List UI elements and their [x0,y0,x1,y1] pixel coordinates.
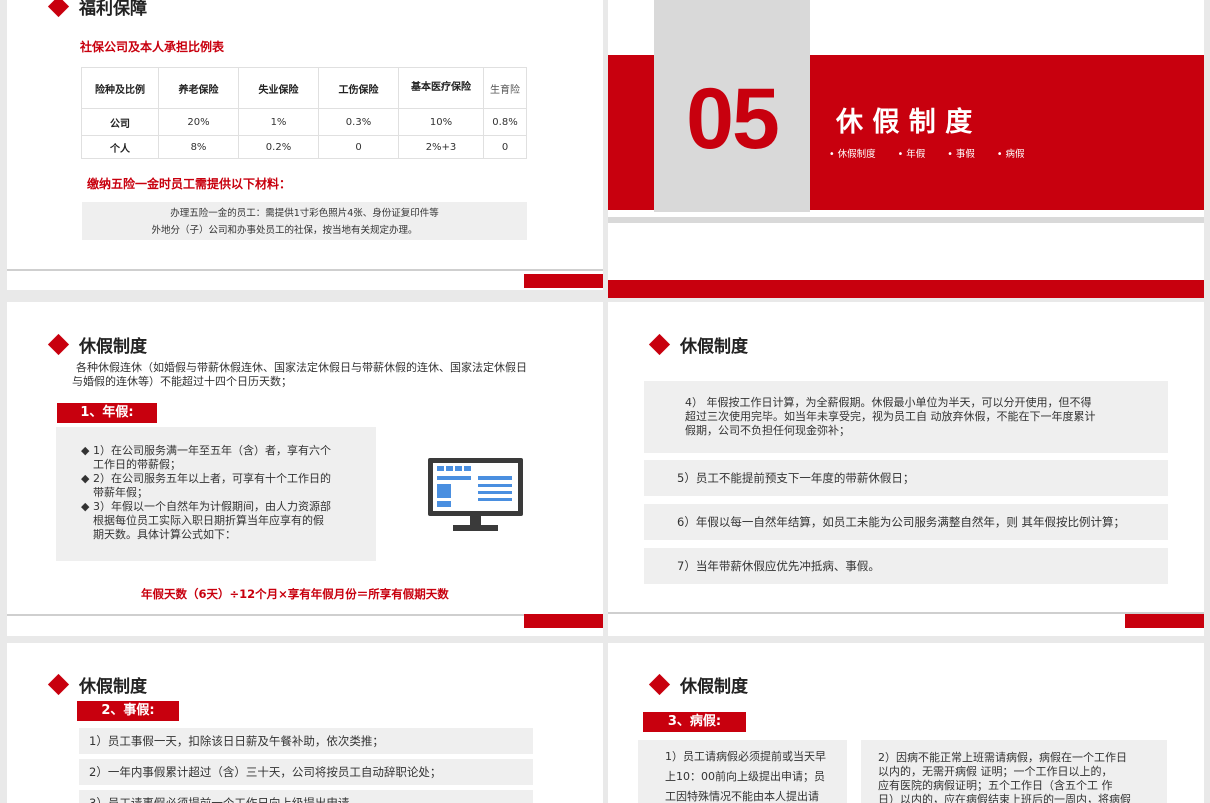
materials-line: 办理五险一金的员工：需提供1寸彩色照片4张、身份证复印件等 [170,208,439,219]
slide-annual-leave-continued: 休假制度 4） 年假按工作日计算，为全薪假期。休假最小单位为半天，可以分开使用，… [608,302,1204,636]
table-cell: 0.2% [238,135,319,159]
slide-title: 休假制度 [680,337,748,357]
slide-header: 休假制度 [47,332,147,357]
bullet-item: • 年假 [897,149,926,160]
footer-accent [524,274,603,288]
bullet-item: • 病假 [996,149,1025,160]
materials-title: 缴纳五险一金时员工需提供以下材料： [87,177,292,191]
slide-annual-leave: 休假制度 各种休假连休（如婚假与带薪休假连休、国家法定休假日与带薪休假的连休、国… [7,302,603,636]
slide-title: 休假制度 [79,337,147,357]
table-cell: 公司 [81,108,159,136]
sick-leave-col1: 1）员工请病假必须提前或当天早 上10：00前向上级提出申请；员 工因特殊情况不… [638,740,847,803]
list-item: ◆ 1）在公司服务满一年至五年（含）者，享有六个 工作日的带薪假； [81,444,331,471]
slide-title: 福利保障 [79,0,147,19]
list-item: 3）员工请事假必须提前一个工作日向上级提出申请。 [79,790,533,803]
intro-text: 各种休假连休（如婚假与带薪休假连休、国家法定休假日与带薪休假的连休、国家法定休假… [72,361,527,388]
slide-section-cover: 05 休 假 制 度 • 休假制度 • 年假 • 事假 • 病假 [608,0,1204,298]
table-title: 社保公司及本人承担比例表 [80,40,225,54]
annual-leave-label: 1、年假: [57,403,157,423]
sick-leave-col2: 2）因病不能正常上班需请病假，病假在一个工作日 以内的，无需开病假 证明；一个工… [861,740,1167,803]
slide-header: 福利保障 [47,0,147,19]
table-header-row: 险种及比例 养老保险 失业保险 工伤保险 基本医疗保险 生育险 [81,67,527,109]
table-cell: 2%+3 [398,135,484,159]
slide-sick-leave: 休假制度 3、病假: 1）员工请病假必须提前或当天早 上10：00前向上级提出申… [608,643,1204,803]
table-cell: 0 [483,135,527,159]
table-cell: 0.3% [318,108,399,136]
table-cell: 20% [158,108,239,136]
list-item: ◆ 2）在公司服务五年以上者，可享有十个工作日的 带薪年假； [81,472,331,499]
table-cell: 0 [318,135,399,159]
table-cell: 10% [398,108,484,136]
table-cell: 1% [238,108,319,136]
section-bullets: • 休假制度 • 年假 • 事假 • 病假 [829,146,1025,160]
table-header-cell: 生育险 [483,67,527,109]
diamond-icon [47,0,70,18]
diamond-icon [47,673,70,696]
footer-accent [1125,614,1204,628]
table-header-cell: 基本医疗保险 [398,67,484,109]
slide-title: 休假制度 [680,677,748,697]
slide-header: 休假制度 [47,672,147,697]
list-item: 5）员工不能提前预支下一年度的带薪休假日； [644,460,1168,496]
table-row: 公司 20% 1% 0.3% 10% 0.8% [81,108,527,136]
diamond-icon [648,673,671,696]
sick-leave-label: 3、病假: [643,712,746,732]
table-cell: 个人 [81,135,159,159]
footer-line [608,612,1204,614]
table-cell: 8% [158,135,239,159]
formula: 年假天数（6天）÷12个月×享有年假月份＝所享有假期天数 [141,587,449,601]
diamond-icon [648,333,671,356]
table-cell: 0.8% [483,108,527,136]
list-item: 4） 年假按工作日计算，为全薪假期。休假最小单位为半天，可以分开使用，但不得 超… [644,381,1168,453]
table-row: 个人 8% 0.2% 0 2%+3 0 [81,135,527,159]
section-title: 休 假 制 度 [836,107,973,138]
table-header-cell: 工伤保险 [318,67,399,109]
section-number: 05 [686,71,780,167]
annual-leave-box: ◆ 1）在公司服务满一年至五年（含）者，享有六个 工作日的带薪假； ◆ 2）在公… [56,427,376,561]
slide-benefits: 福利保障 社保公司及本人承担比例表 险种及比例 养老保险 失业保险 工伤保险 基… [7,0,603,290]
list-item: 1）员工事假一天，扣除该日日薪及午餐补助，依次类推； [79,728,533,754]
gray-strip [608,217,1204,223]
bullet-item: • 事假 [947,149,975,160]
slide-personal-leave: 休假制度 2、事假: 1）员工事假一天，扣除该日日薪及午餐补助，依次类推； 2）… [7,643,603,803]
computer-monitor-icon [428,458,523,531]
list-item: 2）一年内事假累计超过（含）三十天，公司将按员工自动辞职论处； [79,759,533,785]
footer-line [7,269,603,271]
list-item: ◆ 3）年假以一个自然年为计假期间，由人力资源部 根据每位员工实际入职日期折算当… [81,500,331,541]
list-item: 6）年假以每一自然年结算，如员工未能为公司服务满整自然年，则 其年假按比例计算； [644,504,1168,540]
insurance-table: 险种及比例 养老保险 失业保险 工伤保险 基本医疗保险 生育险 公司 20% 1… [81,67,527,159]
materials-line: 外地分（子）公司和办事处员工的社保，按当地有关规定办理。 [151,225,418,236]
personal-leave-label: 2、事假: [77,701,179,721]
materials-box: 办理五险一金的员工：需提供1寸彩色照片4张、身份证复印件等 外地分（子）公司和办… [82,202,527,240]
table-header-cell: 失业保险 [238,67,319,109]
bullet-item: • 休假制度 [829,149,876,160]
diamond-icon [47,333,70,356]
list-item: 7）当年带薪休假应优先冲抵病、事假。 [644,548,1168,584]
slide-header: 休假制度 [648,672,748,697]
slide-title: 休假制度 [79,677,147,697]
table-header-cell: 险种及比例 [81,67,159,109]
footer-accent [524,614,603,628]
table-header-cell: 养老保险 [158,67,239,109]
bottom-red-bar [608,280,1204,298]
footer-line [7,614,603,616]
slide-header: 休假制度 [648,332,748,357]
